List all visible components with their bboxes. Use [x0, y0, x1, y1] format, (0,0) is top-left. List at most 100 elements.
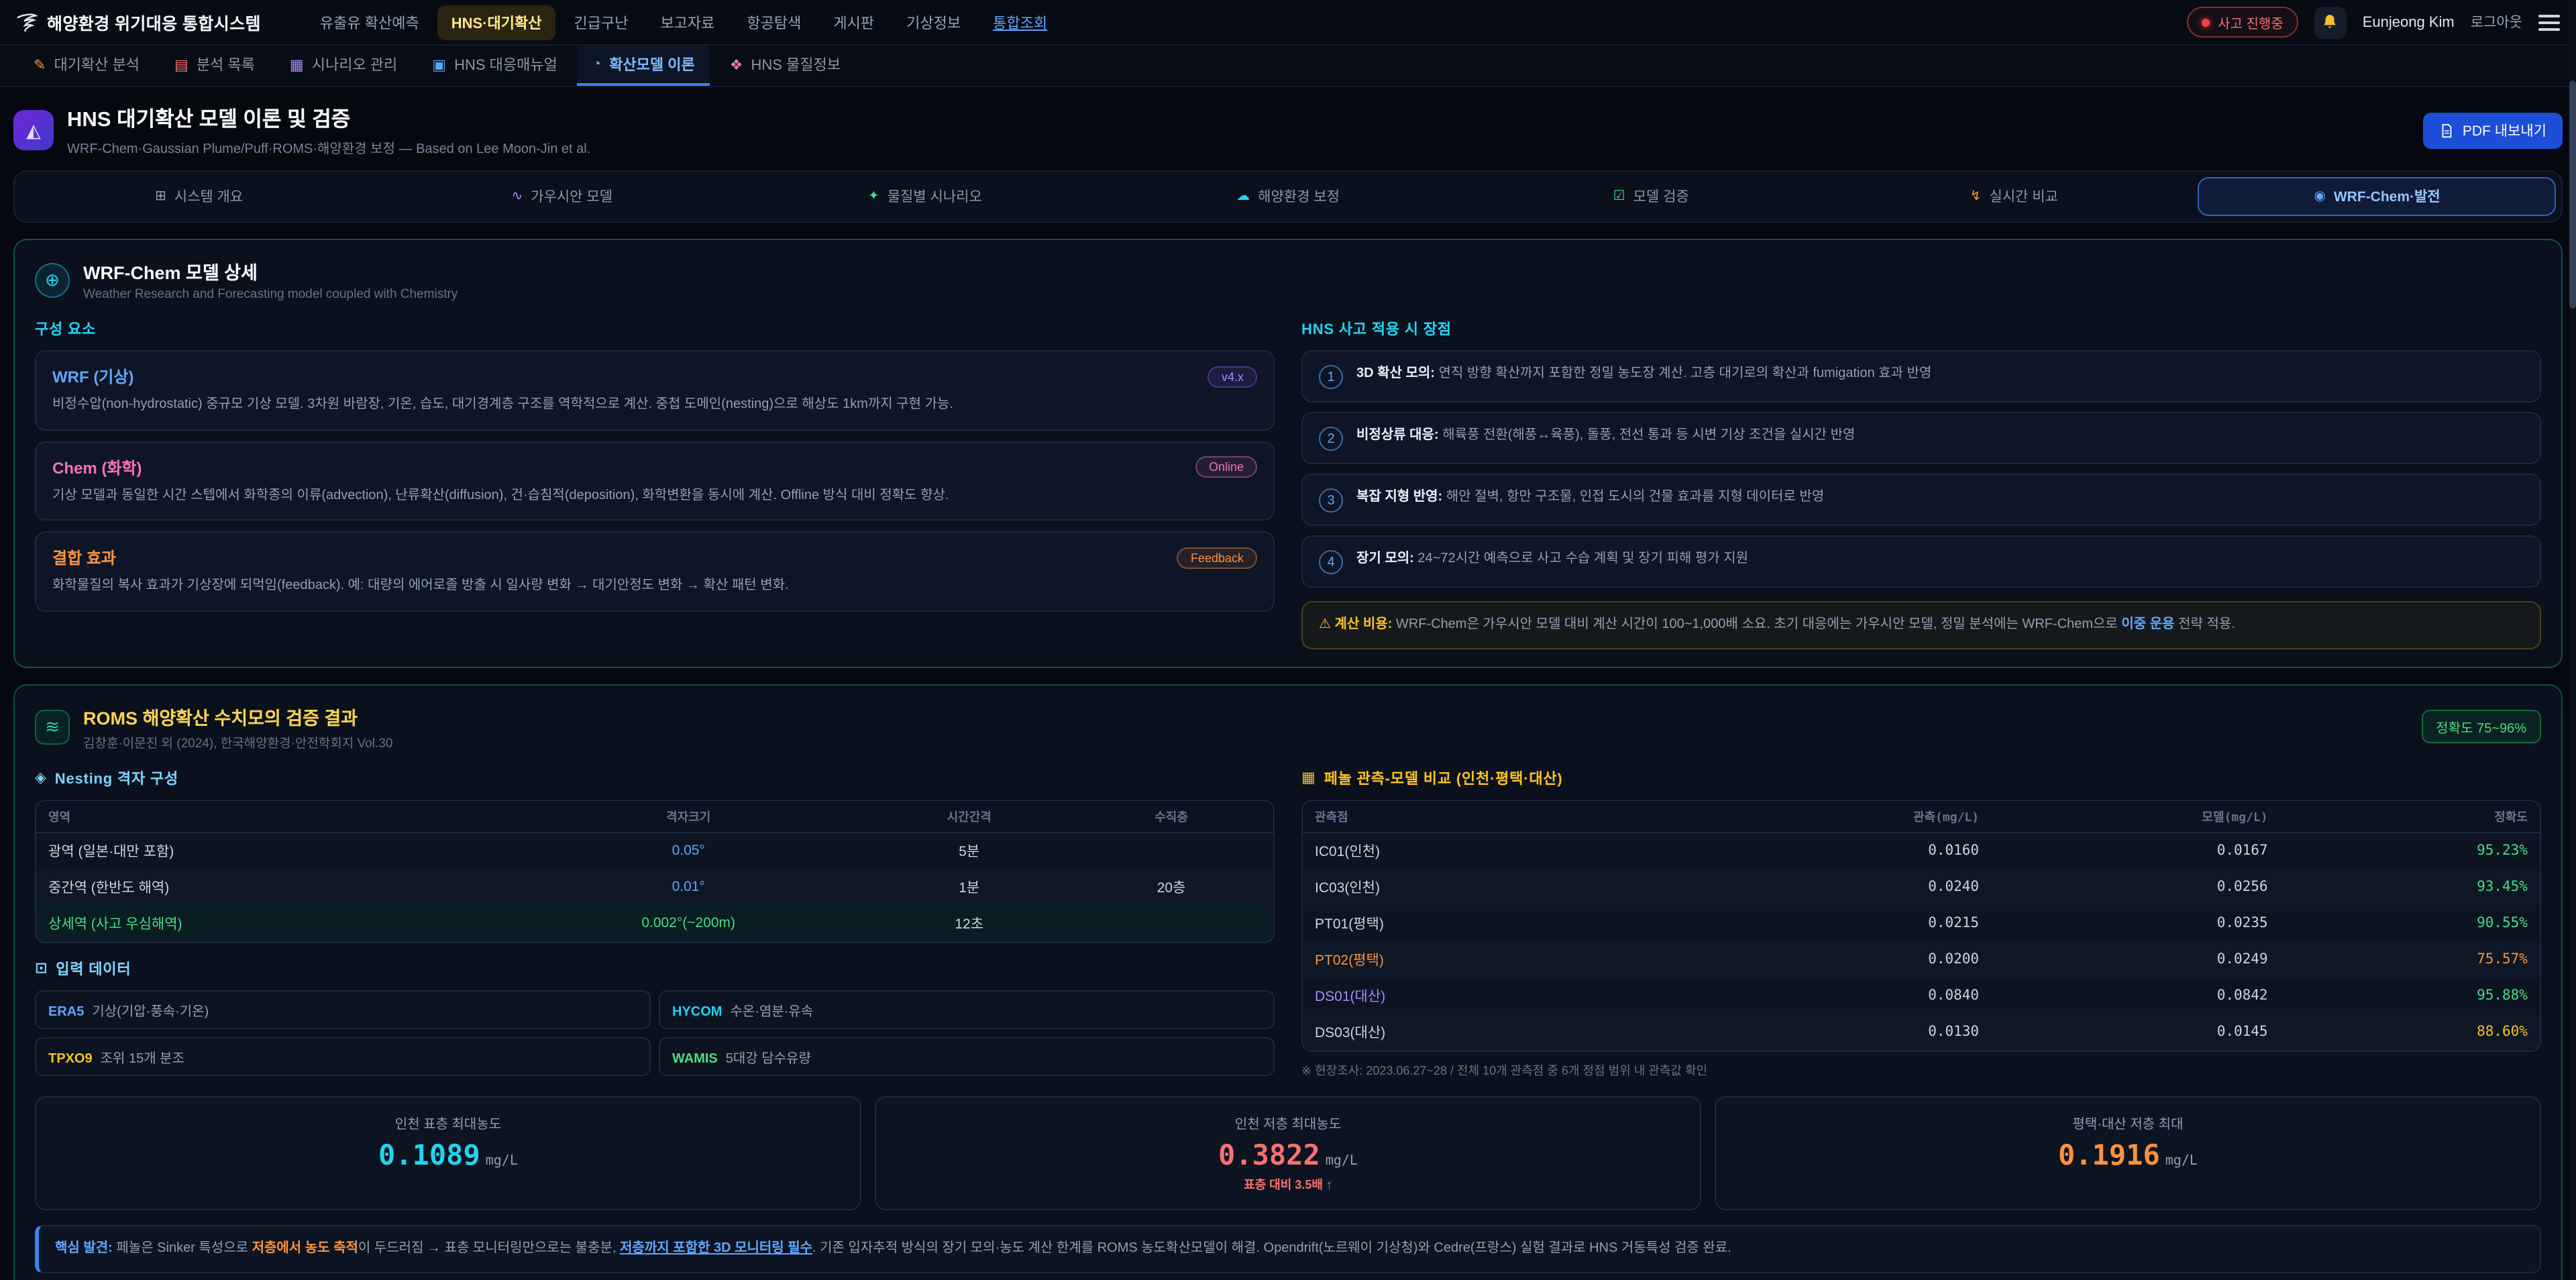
brand-title: 해양환경 위기대응 통합시스템: [47, 9, 261, 35]
plug-icon: ⊡: [35, 959, 48, 977]
advantage-item: 2 비정상류 대응: 해륙풍 전환(해풍↔육풍), 돌풍, 전선 통과 등 시변…: [1301, 412, 2541, 464]
stat-pyeongtaek-daesan-bottom: 평택·대산 저층 최대 0.1916mg/L: [1715, 1096, 2541, 1210]
max-concentration-stats: 인천 표층 최대농도 0.1089mg/L 인천 저층 최대농도 0.3822m…: [35, 1096, 2541, 1210]
page-subtitle: WRF-Chem·Gaussian Plume/Puff·ROMS·해양환경 보…: [67, 137, 590, 157]
component-card-coupling: 결합 효과 Feedback 화학물질의 복사 효과가 기상장에 되먹임(fee…: [35, 531, 1275, 611]
compute-cost-warning: ⚠ 계산 비용: WRF-Chem은 가우시안 모델 대비 계산 시간이 100…: [1301, 601, 2541, 649]
survey-note: ※ 현장조사: 2023.06.27~28 / 전체 10개 관측점 중 6개 …: [1301, 1061, 2541, 1078]
nav-item-hns-diffusion[interactable]: HNS·대기확산: [438, 5, 555, 40]
nav-item-emergency-rescue[interactable]: 긴급구난: [560, 5, 641, 40]
advantages-heading: HNS 사고 적용 시 장점: [1301, 318, 2541, 339]
globe-icon: ◉: [2314, 189, 2325, 204]
roms-subtitle: 김창훈·이문진 외 (2024), 한국해양환경·안전학회지 Vol.30: [83, 732, 392, 751]
tab-marine-correction[interactable]: ☁해양환경 보정: [1109, 177, 1466, 216]
table-icon: ▦: [1301, 769, 1316, 786]
compare-table-header: 관측점 관측(mg/L) 모델(mg/L) 정확도: [1303, 800, 2540, 833]
scrollbar-thumb[interactable]: [2569, 81, 2576, 309]
incident-dot-icon: [2202, 18, 2210, 26]
subnav-item-substance[interactable]: ❖HNS 물질정보: [715, 46, 855, 86]
scrollbar[interactable]: [2569, 0, 2576, 1280]
wrfchem-detail-card: ⊕ WRF-Chem 모델 상세 Weather Research and Fo…: [13, 239, 2563, 668]
compare-heading: ▦ 페놀 관측-모델 비교 (인천·평택·대산): [1301, 767, 2541, 788]
phenol-compare-table: 관측점 관측(mg/L) 모델(mg/L) 정확도 IC01(인천) 0.016…: [1301, 799, 2541, 1051]
flask-icon: ✦: [868, 189, 879, 204]
nav-item-weather[interactable]: 기상정보: [893, 5, 974, 40]
gaussian-curve-icon: ∿: [511, 189, 523, 204]
compare-row: IC01(인천) 0.0160 0.0167 95.23%: [1303, 833, 2540, 869]
app-viewport: 해양환경 위기대응 통합시스템 유출유 확산예측 HNS·대기확산 긴급구난 보…: [0, 0, 2576, 1280]
input-item-era5: ERA5기상(기압·풍속·기온): [35, 990, 651, 1028]
advantage-item: 3 복잡 지형 반영: 해안 절벽, 항만 구조물, 인접 도시의 건물 효과를…: [1301, 474, 2541, 526]
tab-wrfchem[interactable]: ◉WRF-Chem·발전: [2198, 177, 2556, 216]
brand[interactable]: 해양환경 위기대응 통합시스템: [16, 9, 261, 35]
wrfchem-components-column: 구성 요소 WRF (기상) v4.x 비정수압(non-hydrostatic…: [35, 318, 1275, 649]
tab-gaussian-model[interactable]: ∿가우시안 모델: [383, 177, 741, 216]
accuracy-badge: 정확도 75~96%: [2421, 710, 2541, 743]
top-navbar: 해양환경 위기대응 통합시스템 유출유 확산예측 HNS·대기확산 긴급구난 보…: [0, 0, 2576, 46]
compare-row: IC03(인천) 0.0240 0.0256 93.45%: [1303, 869, 2540, 905]
pdf-export-button[interactable]: PDF 내보내기: [2424, 112, 2563, 148]
compare-row: DS03(대산) 0.0130 0.0145 88.60%: [1303, 1014, 2540, 1050]
incident-label: 사고 진행중: [2218, 12, 2284, 32]
advantage-item: 1 3D 확산 모의: 연직 방향 확산까지 포함한 정밀 농도장 계산. 고층…: [1301, 350, 2541, 403]
tab-model-validation[interactable]: ☑모델 검증: [1472, 177, 1830, 216]
bell-icon: [2322, 13, 2339, 31]
wrfchem-card-header: ⊕ WRF-Chem 모델 상세 Weather Research and Fo…: [35, 258, 2541, 302]
inputs-heading: ⊡ 입력 데이터: [35, 957, 1275, 979]
input-data-block: ⊡ 입력 데이터 ERA5기상(기압·풍속·기온) HYCOM수온·염분·유속 …: [35, 957, 1275, 1075]
input-item-tpxo9: TPXO9조위 15개 분조: [35, 1036, 651, 1075]
key-finding-note: 핵심 발견: 페놀은 Sinker 특성으로 저층에서 농도 축적이 두드러짐 …: [35, 1224, 2541, 1273]
page-header-icon: ◭: [13, 110, 54, 150]
page-header-text: HNS 대기확산 모델 이론 및 검증 WRF-Chem·Gaussian Pl…: [67, 103, 590, 157]
online-badge: Online: [1195, 456, 1257, 478]
hamburger-menu-icon[interactable]: [2538, 14, 2560, 30]
stat-incheon-surface: 인천 표층 최대농도 0.1089mg/L: [35, 1096, 861, 1210]
subnav-item-manual[interactable]: ▣HNS 대응매뉴얼: [417, 46, 572, 86]
component-name: WRF (기상): [52, 365, 133, 388]
subnav-item-theory[interactable]: ◔확산모델 이론: [578, 46, 710, 86]
compass-icon: ◈: [35, 769, 47, 786]
tab-realtime-compare[interactable]: ↯실시간 비교: [1835, 177, 2193, 216]
component-name: Chem (화학): [52, 456, 142, 478]
nav-item-spill-prediction[interactable]: 유출유 확산예측: [307, 5, 433, 40]
notifications-bell-button[interactable]: [2314, 6, 2347, 38]
overview-icon: ⊞: [155, 189, 166, 204]
logo-wing-icon: [16, 11, 38, 33]
topnav-right: 사고 진행중 Eunjeong Kim 로그아웃: [2187, 6, 2560, 38]
sub-navbar: ✎대기확산 분석 ▤분석 목록 ▦시나리오 관리 ▣HNS 대응매뉴얼 ◔확산모…: [0, 46, 2576, 87]
document-icon: [2440, 123, 2455, 138]
component-name: 결합 효과: [52, 546, 116, 569]
nav-item-board[interactable]: 게시판: [820, 5, 888, 40]
subnav-item-scenario[interactable]: ▦시나리오 관리: [275, 46, 412, 86]
roms-validation-card: ≋ ROMS 해양확산 수치모의 검증 결과 김창훈·이문진 외 (2024),…: [13, 684, 2563, 1280]
tab-system-overview[interactable]: ⊞시스템 개요: [20, 177, 378, 216]
roms-card-header: ≋ ROMS 해양확산 수치모의 검증 결과 김창훈·이문진 외 (2024),…: [35, 702, 2541, 751]
nesting-column: ◈ Nesting 격자 구성 영역 격자크기 시간간격 수직층 광역 (일본·…: [35, 767, 1275, 1078]
nesting-heading: ◈ Nesting 격자 구성: [35, 767, 1275, 788]
version-badge: v4.x: [1208, 366, 1257, 387]
logout-button[interactable]: 로그아웃: [2471, 12, 2522, 32]
nav-item-aerial-search[interactable]: 항공탐색: [733, 5, 814, 40]
nav-item-integrated-search[interactable]: 통합조회: [979, 5, 1061, 40]
manual-icon: ▣: [432, 56, 446, 73]
main-menu: 유출유 확산예측 HNS·대기확산 긴급구난 보고자료 항공탐색 게시판 기상정…: [307, 5, 1061, 40]
component-card-wrf: WRF (기상) v4.x 비정수압(non-hydrostatic) 중규모 …: [35, 350, 1275, 430]
nesting-row: 광역 (일본·대만 포함) 0.05° 5분: [36, 833, 1273, 869]
incident-status-badge[interactable]: 사고 진행중: [2187, 7, 2298, 38]
tab-substance-scenario[interactable]: ✦물질별 시나리오: [746, 177, 1104, 216]
nesting-table: 영역 격자크기 시간간격 수직층 광역 (일본·대만 포함) 0.05° 5분 …: [35, 799, 1275, 943]
component-desc: 화학물질의 복사 효과가 기상장에 되먹임(feedback). 예: 대량의 …: [52, 576, 1257, 596]
page-header: ◭ HNS 대기확산 모델 이론 및 검증 WRF-Chem·Gaussian …: [0, 87, 2576, 170]
advantage-number: 2: [1319, 427, 1343, 451]
advantage-number: 1: [1319, 365, 1343, 389]
advantage-number: 4: [1319, 550, 1343, 574]
phenol-compare-column: ▦ 페놀 관측-모델 비교 (인천·평택·대산) 관측점 관측(mg/L) 모델…: [1301, 767, 2541, 1078]
input-item-wamis: WAMIS5대강 담수유량: [659, 1036, 1275, 1075]
advantage-number: 3: [1319, 488, 1343, 513]
subnav-item-list[interactable]: ▤분석 목록: [160, 46, 270, 86]
advantage-item: 4 장기 모의: 24~72시간 예측으로 사고 수습 계획 및 장기 피해 평…: [1301, 535, 2541, 588]
substance-icon: ❖: [730, 56, 743, 73]
nav-item-reports[interactable]: 보고자료: [647, 5, 728, 40]
subnav-item-analysis[interactable]: ✎대기확산 분석: [19, 46, 154, 86]
pencil-icon: ✎: [34, 56, 46, 73]
